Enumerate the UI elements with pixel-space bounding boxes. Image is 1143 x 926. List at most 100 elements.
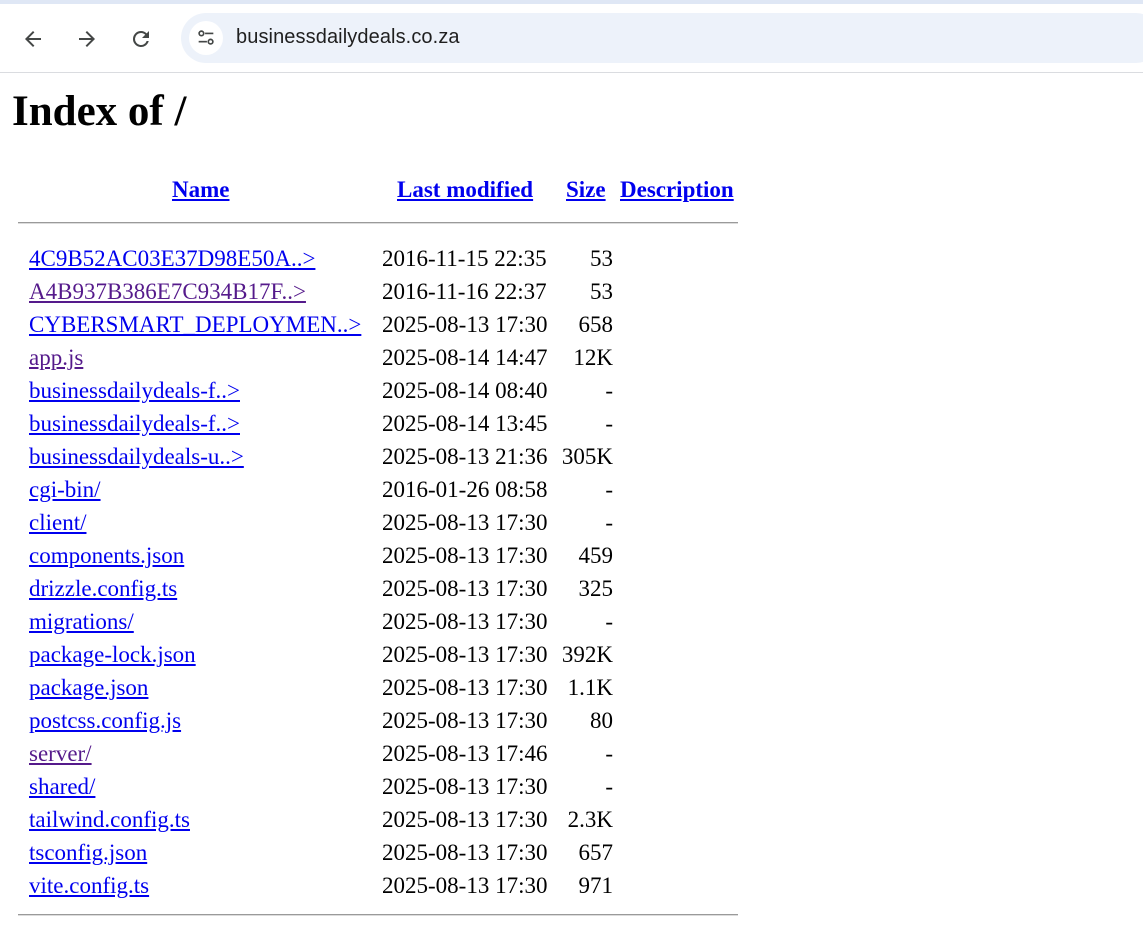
sort-by-name-link[interactable]: Name [172, 177, 229, 203]
file-link[interactable]: postcss.config.js [29, 704, 181, 737]
address-bar[interactable]: businessdailydeals.co.za [181, 13, 1143, 63]
table-row: components.json 2025-08-13 17:30 459 [18, 539, 738, 572]
last-modified-cell: 2025-08-13 17:30 [382, 873, 548, 898]
sort-by-last-modified-link[interactable]: Last modified [397, 177, 533, 203]
directory-listing-page: Index of / Name Last modified Size Descr… [0, 73, 1143, 926]
table-row: businessdailydeals-u..> 2025-08-13 21:36 3… [18, 440, 738, 473]
last-modified-cell: 2025-08-14 13:45 [382, 411, 548, 436]
table-row: shared/2025-08-13 17:30 - [18, 770, 738, 803]
table-row: package-lock.json 2025-08-13 17:30 392K [18, 638, 738, 671]
size-cell: 12K [573, 345, 613, 370]
size-cell: 657 [578, 840, 614, 865]
listing-table: Name Last modified Size Description 4C9B… [18, 175, 738, 902]
file-link[interactable]: businessdailydeals-u..> [29, 440, 244, 473]
table-row: package.json 2025-08-13 17:30 1.1K [18, 671, 738, 704]
site-info-button[interactable] [189, 21, 223, 55]
file-link[interactable]: drizzle.config.ts [29, 572, 177, 605]
sort-by-description-link[interactable]: Description [620, 177, 734, 203]
listing-rows: 4C9B52AC03E37D98E50A..> 2016-11-15 22:35 5… [18, 242, 738, 902]
size-cell: - [605, 510, 613, 535]
file-link[interactable]: tsconfig.json [29, 836, 147, 869]
last-modified-cell: 2025-08-13 17:46 [382, 741, 548, 766]
table-row: A4B937B386E7C934B17F..> 2016-11-16 22:37 5… [18, 275, 738, 308]
table-row: app.js 2025-08-14 14:47 12K [18, 341, 738, 374]
last-modified-cell: 2025-08-13 17:30 [382, 609, 548, 634]
table-row: businessdailydeals-f..> 2025-08-14 08:40 - [18, 374, 738, 407]
size-cell: - [605, 378, 613, 403]
size-cell: 2.3K [567, 807, 613, 832]
file-link[interactable]: migrations/ [29, 605, 134, 638]
file-link[interactable]: vite.config.ts [29, 869, 149, 902]
table-row: cgi-bin/2016-01-26 08:58 - [18, 473, 738, 506]
size-cell: - [605, 411, 613, 436]
arrow-left-icon [25, 31, 41, 47]
file-link[interactable]: CYBERSMART_DEPLOYMEN..> [29, 308, 361, 341]
table-row: drizzle.config.ts 2025-08-13 17:30 325 [18, 572, 738, 605]
reload-icon [132, 30, 149, 47]
url-text[interactable]: businessdailydeals.co.za [236, 26, 460, 49]
last-modified-cell: 2025-08-13 17:30 [382, 807, 548, 832]
file-link[interactable]: client/ [29, 506, 86, 539]
size-cell: - [605, 609, 613, 634]
listing-header: Name Last modified Size Description [18, 175, 738, 215]
table-row: CYBERSMART_DEPLOYMEN..> 2025-08-13 17:30 6… [18, 308, 738, 341]
file-link[interactable]: 4C9B52AC03E37D98E50A..> [29, 242, 315, 275]
table-row: tsconfig.json 2025-08-13 17:30 657 [18, 836, 738, 869]
last-modified-cell: 2025-08-13 17:30 [382, 576, 548, 601]
last-modified-cell: 2025-08-13 17:30 [382, 543, 548, 568]
browser-toolbar: businessdailydeals.co.za [0, 0, 1143, 73]
size-cell: 325 [578, 576, 614, 601]
last-modified-cell: 2025-08-13 17:30 [382, 840, 548, 865]
tune-icon [198, 30, 214, 45]
size-cell: - [605, 741, 613, 766]
last-modified-cell: 2025-08-13 17:30 [382, 312, 548, 337]
file-link[interactable]: server/ [29, 737, 92, 770]
last-modified-cell: 2016-11-15 22:35 [382, 246, 547, 271]
file-link[interactable]: cgi-bin/ [29, 473, 101, 506]
footer-divider [18, 914, 738, 916]
page-title: Index of / [12, 88, 187, 135]
size-cell: 80 [590, 708, 613, 733]
last-modified-cell: 2025-08-14 08:40 [382, 378, 548, 403]
size-cell: 305K [561, 444, 613, 469]
last-modified-cell: 2025-08-13 17:30 [382, 642, 548, 667]
size-cell: 53 [590, 246, 613, 271]
file-link[interactable]: A4B937B386E7C934B17F..> [29, 275, 306, 308]
table-row: 4C9B52AC03E37D98E50A..> 2016-11-15 22:35 5… [18, 242, 738, 275]
size-cell: 459 [578, 543, 614, 568]
size-cell: - [605, 477, 613, 502]
table-row: postcss.config.js 2025-08-13 17:30 80 [18, 704, 738, 737]
last-modified-cell: 2016-11-16 22:37 [382, 279, 547, 304]
arrow-right-icon [79, 31, 95, 47]
last-modified-cell: 2025-08-13 17:30 [382, 708, 548, 733]
table-row: migrations/2025-08-13 17:30 - [18, 605, 738, 638]
back-button[interactable] [16, 22, 50, 56]
file-link[interactable]: components.json [29, 539, 184, 572]
size-cell: 392K [561, 642, 613, 667]
last-modified-cell: 2025-08-13 17:30 [382, 675, 548, 700]
size-cell: 53 [590, 279, 613, 304]
file-link[interactable]: package.json [29, 671, 148, 704]
file-link[interactable]: package-lock.json [29, 638, 196, 671]
header-divider [18, 222, 738, 224]
table-row: vite.config.ts 2025-08-13 17:30 971 [18, 869, 738, 902]
reload-button[interactable] [124, 22, 158, 56]
last-modified-cell: 2025-08-14 14:47 [382, 345, 548, 370]
sort-by-size-link[interactable]: Size [566, 177, 606, 203]
table-row: server/2025-08-13 17:46 - [18, 737, 738, 770]
last-modified-cell: 2025-08-13 17:30 [382, 774, 548, 799]
file-link[interactable]: businessdailydeals-f..> [29, 374, 240, 407]
file-link[interactable]: tailwind.config.ts [29, 803, 190, 836]
last-modified-cell: 2016-01-26 08:58 [382, 477, 548, 502]
size-cell: - [605, 774, 613, 799]
size-cell: 1.1K [567, 675, 613, 700]
file-link[interactable]: shared/ [29, 770, 95, 803]
file-link[interactable]: app.js [29, 341, 83, 374]
table-row: businessdailydeals-f..> 2025-08-14 13:45 - [18, 407, 738, 440]
table-row: client/2025-08-13 17:30 - [18, 506, 738, 539]
forward-button[interactable] [70, 22, 104, 56]
last-modified-cell: 2025-08-13 17:30 [382, 510, 548, 535]
size-cell: 971 [578, 873, 614, 898]
last-modified-cell: 2025-08-13 21:36 [382, 444, 548, 469]
file-link[interactable]: businessdailydeals-f..> [29, 407, 240, 440]
